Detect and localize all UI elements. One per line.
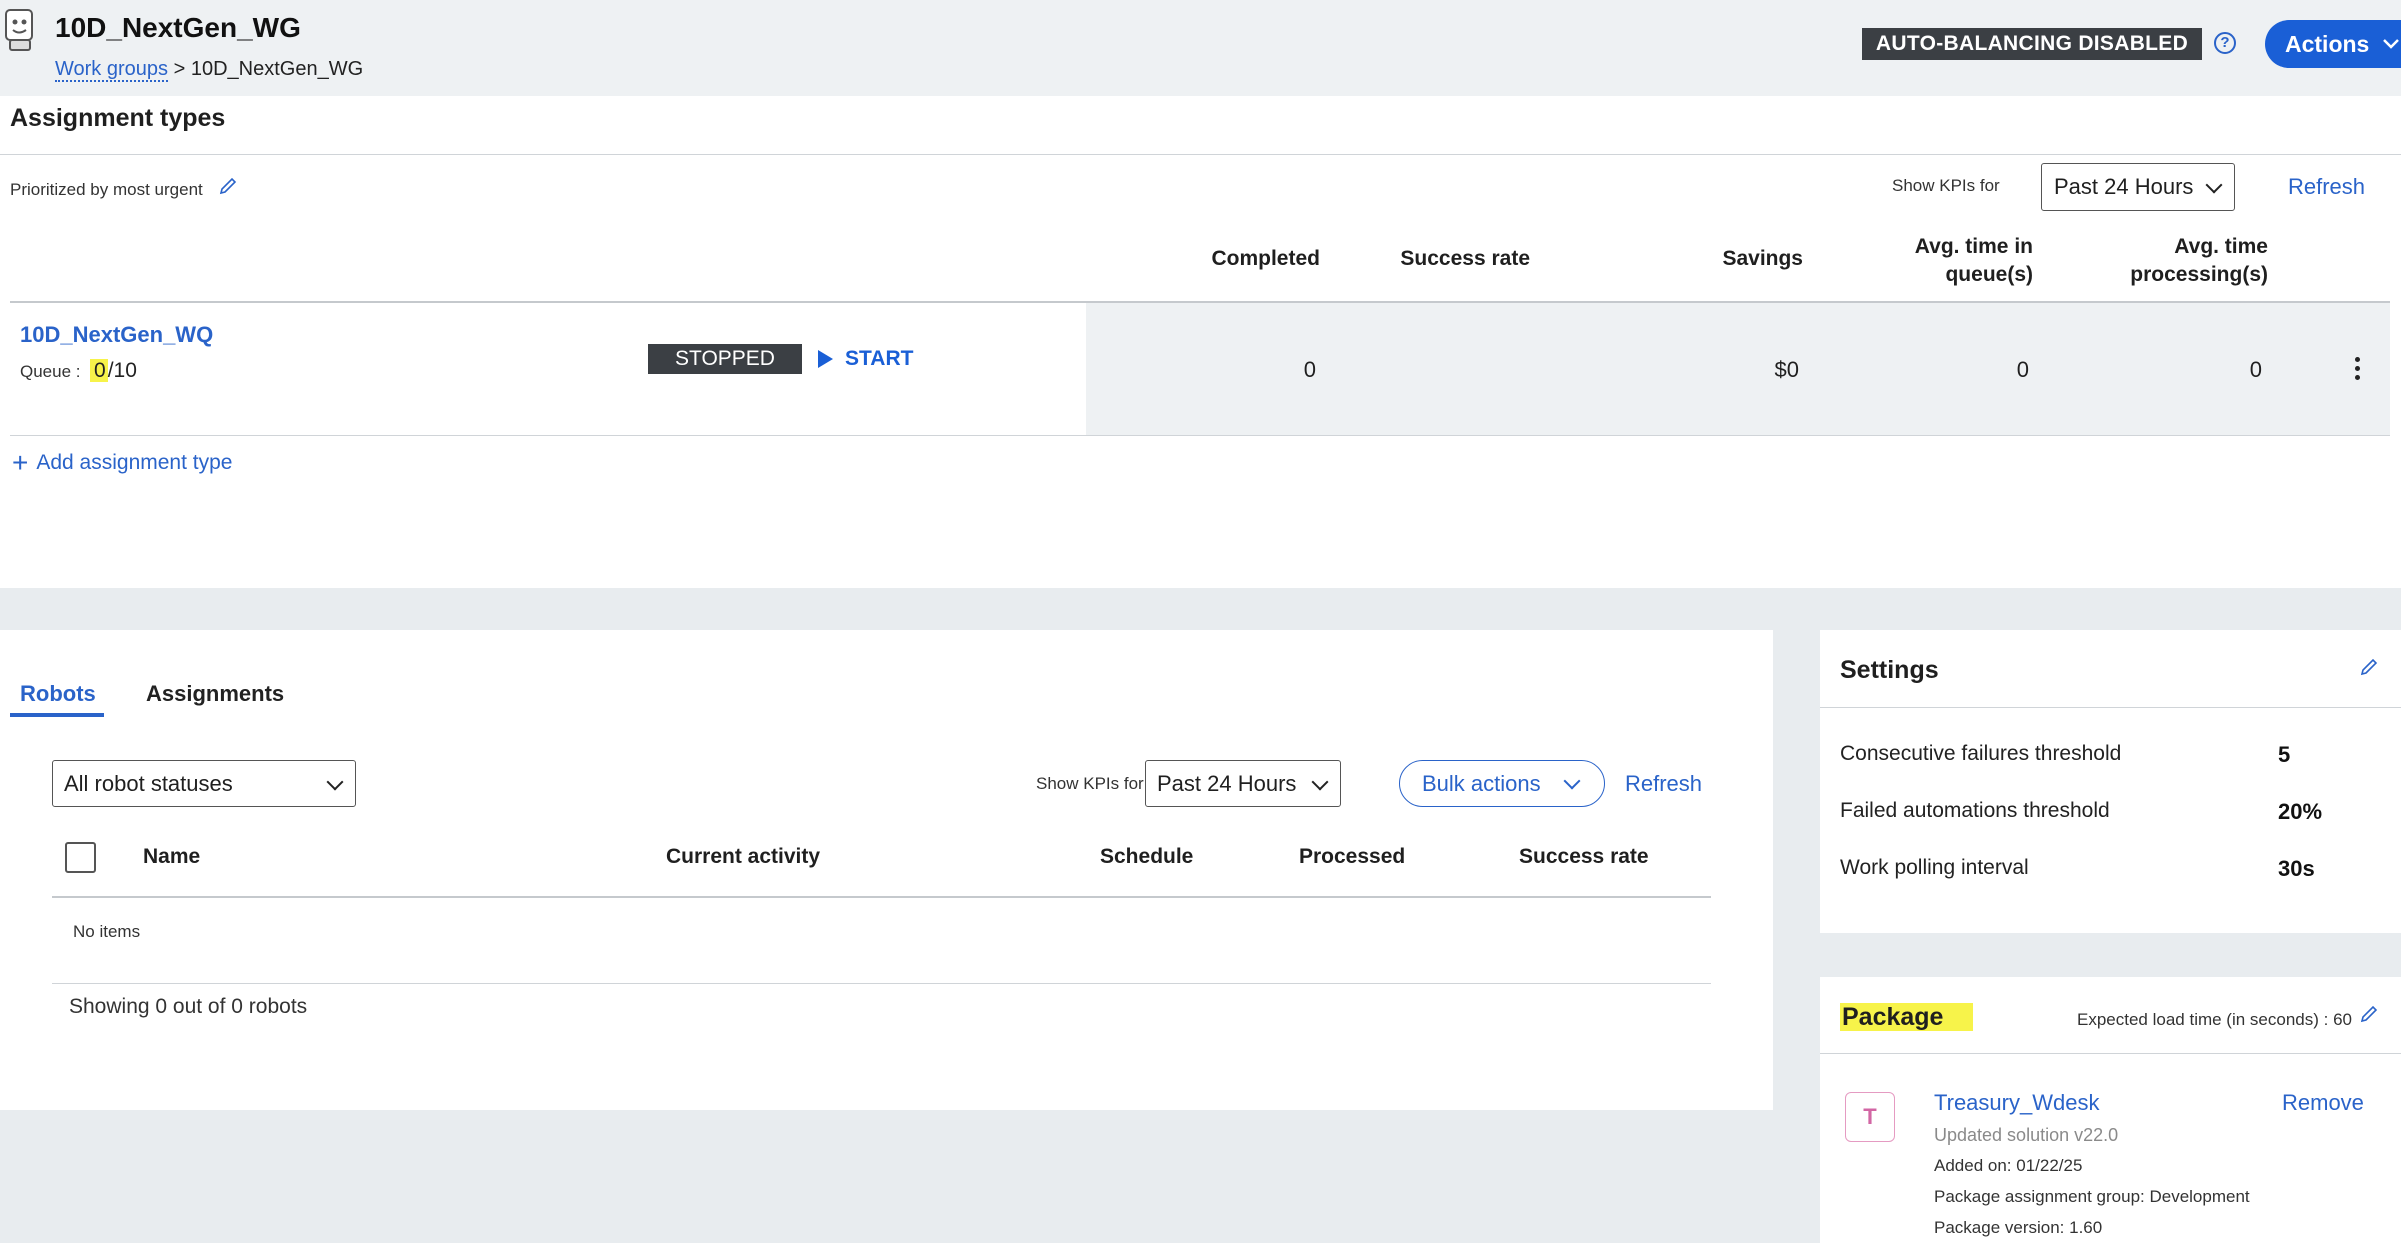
column-completed: Completed	[1211, 247, 1320, 270]
robots-refresh-link[interactable]: Refresh	[1625, 771, 1702, 797]
empty-state-text: No items	[73, 922, 141, 941]
setting-value: 30s	[2278, 856, 2315, 881]
column-savings: Savings	[1722, 247, 1803, 270]
active-tab-indicator	[10, 713, 104, 717]
show-kpis-label: Show KPIs for	[1892, 176, 2000, 195]
chevron-down-icon	[326, 773, 344, 791]
breadcrumb-work-groups-link[interactable]: Work groups	[55, 58, 169, 82]
setting-label: Work polling interval	[1840, 856, 2029, 879]
queue-total: /10	[107, 359, 137, 382]
pagination-summary: Showing 0 out of 0 robots	[69, 995, 308, 1018]
column-name[interactable]: Name	[143, 845, 200, 869]
package-updated: Updated solution v22.0	[1934, 1125, 2119, 1145]
package-avatar: T	[1845, 1092, 1895, 1142]
breadcrumb-current: 10D_NextGen_WG	[190, 58, 364, 80]
remove-package-button[interactable]: Remove	[2282, 1090, 2364, 1116]
kpi-period-value: Past 24 Hours	[2054, 174, 2194, 199]
bulk-actions-button[interactable]: Bulk actions	[1399, 760, 1605, 807]
cell-completed: 0	[1303, 357, 1316, 382]
tab-robots[interactable]: Robots	[20, 681, 96, 707]
help-circle-icon[interactable]: ?	[2214, 32, 2236, 54]
expected-load-time: Expected load time (in seconds) : 60	[2077, 1010, 2352, 1029]
play-icon	[818, 350, 833, 368]
auto-balancing-badge: AUTO-BALANCING DISABLED	[1862, 28, 2202, 60]
column-avg-time-queue-line2: queue(s)	[1945, 263, 2033, 286]
chevron-down-icon	[1311, 773, 1329, 791]
queue-count: 0/10	[90, 359, 137, 383]
chevron-down-icon	[2205, 176, 2223, 194]
plus-icon: +	[12, 447, 29, 478]
robot-status-select[interactable]: All robot statuses	[52, 760, 356, 807]
robots-kpi-period-select[interactable]: Past 24 Hours	[1145, 760, 1341, 807]
column-success-rate: Success rate	[1400, 247, 1530, 270]
column-success-rate[interactable]: Success rate	[1519, 845, 1649, 869]
column-avg-time-processing: Avg. time processing(s)	[2070, 233, 2268, 289]
divider	[0, 154, 2401, 155]
divider	[1820, 707, 2401, 708]
select-all-checkbox[interactable]	[65, 842, 96, 873]
refresh-link[interactable]: Refresh	[2288, 174, 2365, 200]
robot-status-value: All robot statuses	[64, 771, 233, 796]
add-assignment-type-label: Add assignment type	[36, 451, 233, 474]
breadcrumb: Work groups > 10D_NextGen_WG	[55, 58, 364, 82]
package-assignment-group: Package assignment group: Development	[1934, 1187, 2250, 1206]
kpi-period-select[interactable]: Past 24 Hours	[2041, 163, 2235, 211]
status-badge: STOPPED	[648, 344, 802, 374]
work-queue-link[interactable]: 10D_NextGen_WQ	[20, 322, 213, 348]
prioritized-label: Prioritized by most urgent	[10, 180, 203, 199]
breadcrumb-separator: >	[173, 58, 186, 80]
queue-label: Queue :	[20, 362, 81, 381]
assignment-types-title: Assignment types	[10, 104, 226, 132]
start-button[interactable]: START	[818, 347, 913, 371]
package-name-link[interactable]: Treasury_Wdesk	[1934, 1090, 2099, 1116]
pencil-icon[interactable]	[2359, 1004, 2379, 1024]
page-title: 10D_NextGen_WG	[55, 12, 301, 43]
setting-label: Consecutive failures threshold	[1840, 742, 2122, 765]
add-assignment-type-button[interactable]: + Add assignment type	[12, 447, 232, 479]
column-avg-time-queue: Avg. time in queue(s)	[1860, 233, 2033, 289]
column-avg-time-processing-line1: Avg. time	[2174, 235, 2268, 258]
robots-kpi-period-value: Past 24 Hours	[1157, 771, 1297, 796]
robot-icon	[5, 9, 33, 51]
actions-button-label: Actions	[2285, 31, 2370, 57]
start-button-label: START	[845, 347, 914, 370]
column-current-activity[interactable]: Current activity	[666, 845, 820, 869]
pencil-icon[interactable]	[2359, 657, 2379, 677]
chevron-down-icon	[1563, 772, 1581, 790]
settings-title: Settings	[1840, 656, 1939, 684]
cell-avg-time-queue: 0	[2016, 357, 2029, 382]
setting-value: 20%	[2278, 799, 2323, 824]
column-processed[interactable]: Processed	[1299, 845, 1405, 869]
divider	[10, 435, 2390, 436]
divider	[52, 983, 1711, 984]
column-avg-time-processing-line2: processing(s)	[2130, 263, 2268, 286]
package-version: Package version: 1.60	[1934, 1218, 2103, 1237]
package-title-text: Package	[1840, 1003, 1974, 1031]
cell-savings: $0	[1774, 357, 1799, 382]
bulk-actions-label: Bulk actions	[1422, 771, 1541, 796]
show-kpis-label: Show KPIs for	[1036, 774, 1144, 793]
chevron-down-icon	[2382, 39, 2399, 49]
divider	[52, 896, 1711, 898]
queue-current: 0	[90, 359, 108, 382]
actions-button[interactable]: Actions	[2265, 20, 2401, 68]
package-title: Package	[1840, 1003, 1974, 1032]
divider	[1820, 1053, 2401, 1054]
package-added-on: Added on: 01/22/25	[1934, 1156, 2083, 1175]
setting-value: 5	[2278, 742, 2291, 767]
column-avg-time-queue-line1: Avg. time in	[1914, 235, 2033, 258]
cell-avg-time-processing: 0	[2249, 357, 2262, 382]
tab-assignments[interactable]: Assignments	[146, 681, 284, 707]
pencil-icon[interactable]	[218, 176, 238, 196]
setting-label: Failed automations threshold	[1840, 799, 2110, 822]
column-schedule[interactable]: Schedule	[1100, 845, 1193, 869]
more-vertical-icon[interactable]	[2352, 357, 2362, 383]
